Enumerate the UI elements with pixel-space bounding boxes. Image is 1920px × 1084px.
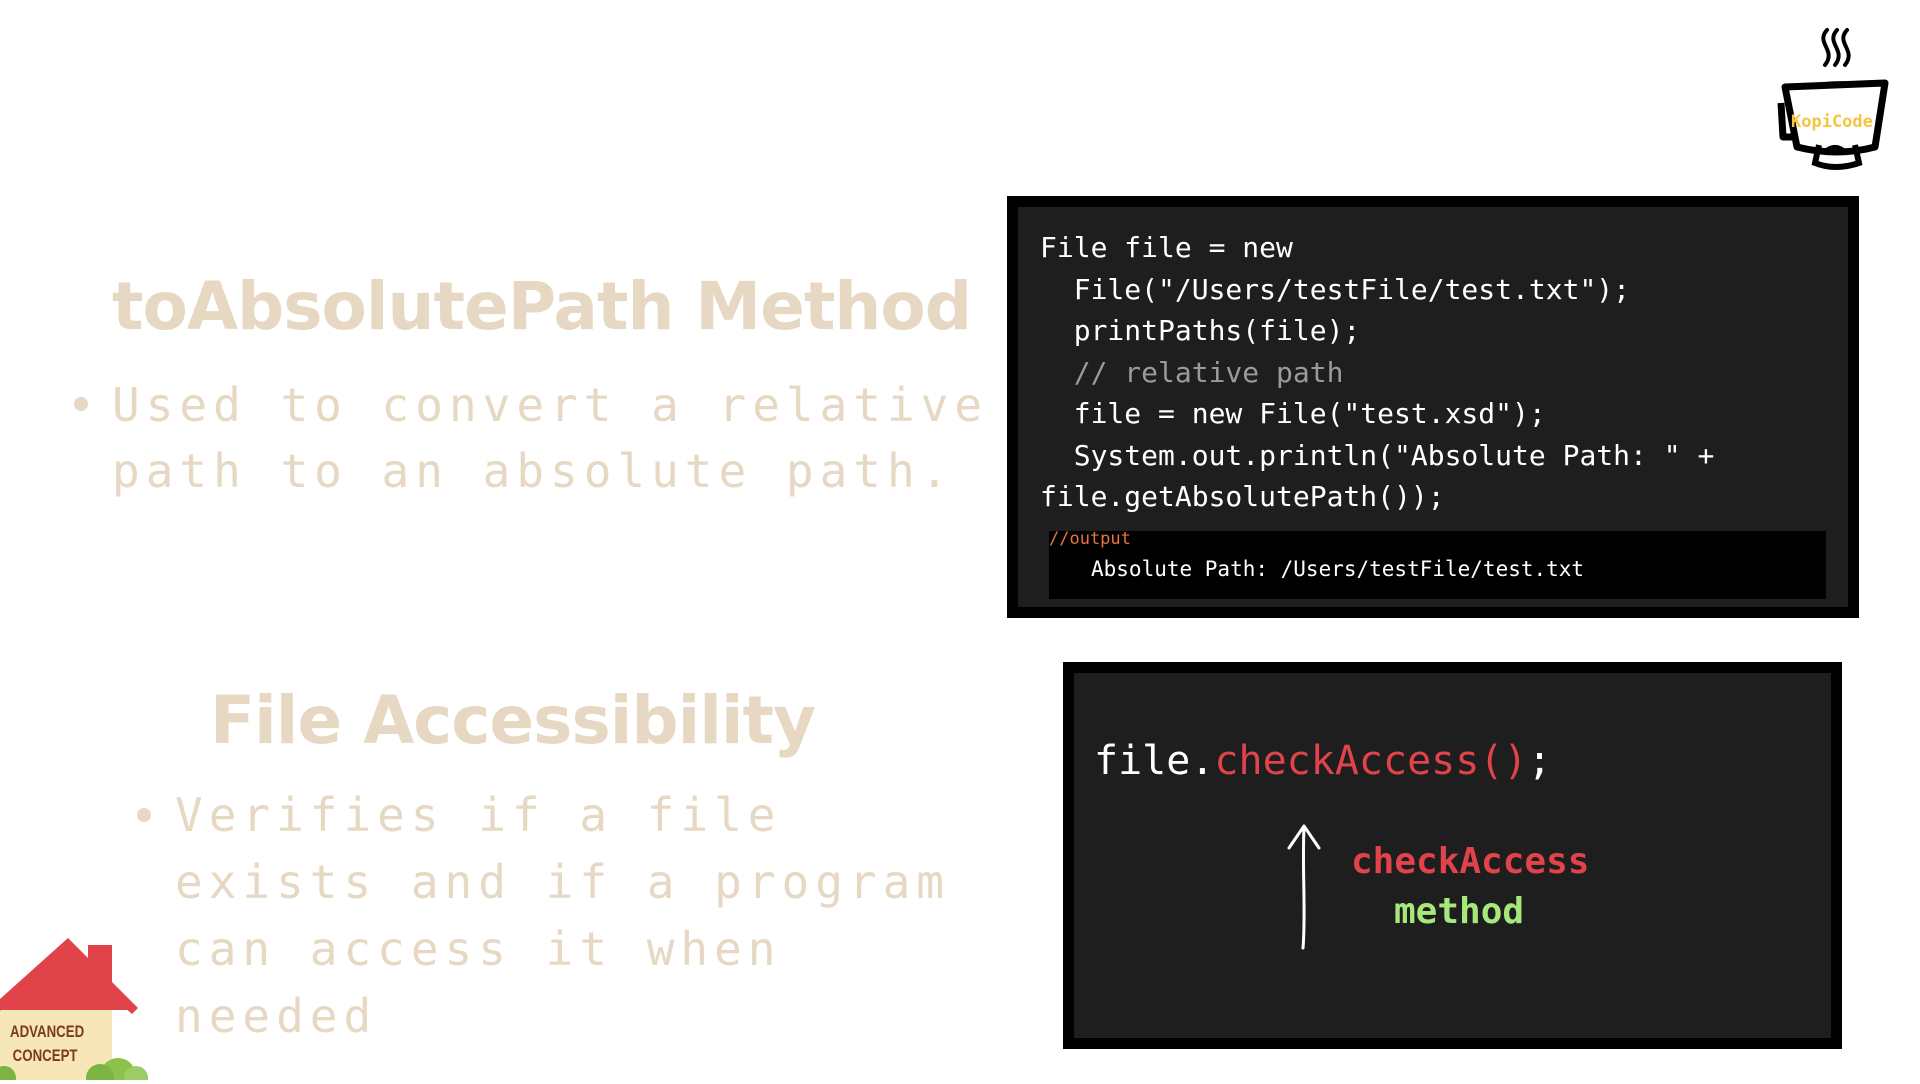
- code-comment: // relative path: [1040, 355, 1344, 389]
- call-prefix: file.: [1094, 738, 1215, 784]
- annotation-method-label: method: [1394, 891, 1525, 932]
- logo-graphic: [1777, 28, 1889, 170]
- section-title-file-accessibility: File Accessibility: [210, 682, 816, 759]
- logo-text: KopiCode: [1791, 112, 1873, 132]
- badge-line-1: ADVANCED: [10, 1022, 85, 1041]
- house-icon: ADVANCED CONCEPT: [0, 930, 150, 1084]
- output-box: Absolute Path: /Users/testFile/test.txt: [1049, 531, 1826, 599]
- call-method: checkAccess(): [1214, 738, 1528, 784]
- code-block-absolute-path: File file = new File("/Users/testFile/te…: [1007, 196, 1859, 618]
- bullet-file-accessibility: Verifies if a file exists and if a progr…: [137, 782, 995, 1050]
- code-line: file.getAbsolutePath());: [1040, 480, 1445, 513]
- badge-line-2: CONCEPT: [12, 1046, 78, 1065]
- output-label: //output: [1049, 529, 1131, 549]
- call-suffix: ;: [1527, 738, 1552, 784]
- code-line: printPaths(file);: [1040, 314, 1361, 347]
- check-access-call: file.checkAccess();: [1094, 738, 1552, 784]
- badge-text: ADVANCED CONCEPT: [10, 1020, 85, 1068]
- bullet-text: Used to convert a relative path to an ab…: [112, 378, 989, 498]
- bullet-text: Verifies if a file exists and if a progr…: [175, 788, 950, 1043]
- up-arrow-icon: [1287, 824, 1321, 950]
- section-title-to-absolute-path: toAbsolutePath Method: [112, 268, 972, 345]
- annotation-method-name: checkAccess: [1351, 841, 1590, 882]
- code-line: file = new File("test.xsd");: [1040, 397, 1546, 430]
- code-text: File file = new File("/Users/testFile/te…: [1040, 227, 1714, 518]
- code-line: File file = new: [1040, 231, 1293, 264]
- coffee-cup-logo-icon: KopiCode: [1775, 25, 1895, 185]
- code-line: System.out.println("Absolute Path: " +: [1040, 438, 1715, 472]
- output-text: Absolute Path: /Users/testFile/test.txt: [1091, 557, 1585, 581]
- bullet-to-absolute-path: Used to convert a relative path to an ab…: [74, 372, 1032, 504]
- bullet-dot-icon: [74, 397, 88, 411]
- code-block-check-access: file.checkAccess(); checkAccess method: [1063, 662, 1842, 1049]
- code-line: File("/Users/testFile/test.txt");: [1040, 272, 1631, 306]
- bullet-dot-icon: [137, 808, 151, 822]
